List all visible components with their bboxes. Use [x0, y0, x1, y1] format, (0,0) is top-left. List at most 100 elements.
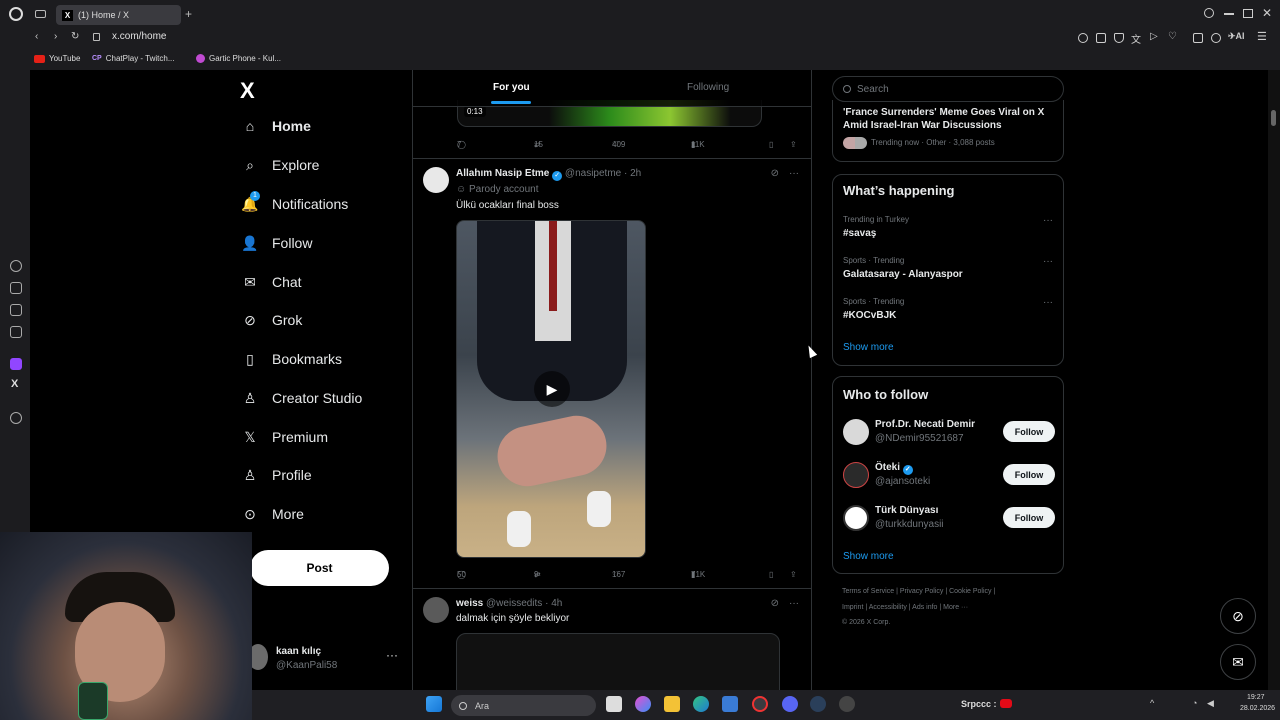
translate-icon[interactable]: 文	[1131, 31, 1141, 46]
tweet-media[interactable]	[456, 633, 780, 690]
file-explorer-icon[interactable]	[664, 696, 680, 712]
trend-name[interactable]: #KOCvBJK	[843, 310, 896, 321]
twitch-icon[interactable]	[10, 358, 22, 370]
copilot-icon[interactable]	[635, 696, 651, 712]
post-button[interactable]: Post	[250, 550, 389, 586]
clock-icon[interactable]	[10, 412, 22, 424]
task-view-icon[interactable]	[606, 696, 622, 712]
steam-icon[interactable]	[810, 696, 826, 712]
easy-setup-icon[interactable]: ☰	[1257, 30, 1267, 43]
author-name[interactable]: weiss	[456, 598, 483, 609]
grok-tweet-icon[interactable]: ⊘	[771, 598, 779, 609]
tab-active[interactable]: X (1) Home / X	[56, 5, 181, 25]
tab-list-icon[interactable]	[35, 10, 46, 18]
nav-item-follow[interactable]: 👤 Follow	[241, 235, 312, 252]
extensions-icon[interactable]	[1193, 33, 1203, 43]
aria-ai-icon[interactable]: ✈AI	[1228, 31, 1245, 42]
tweet-video[interactable]: ▶	[456, 220, 646, 558]
nav-item-profile[interactable]: ♙ Profile	[242, 467, 312, 484]
avatar[interactable]	[843, 419, 869, 445]
account-menu-icon[interactable]: ···	[386, 648, 398, 662]
grok-fab-icon[interactable]: ⊘	[1220, 598, 1256, 634]
windows-start-icon[interactable]	[426, 696, 442, 712]
nav-item-bookmarks[interactable]: ▯ Bookmarks	[242, 351, 342, 368]
nav-item-chat[interactable]: ✉ Chat	[242, 274, 301, 291]
show-more-link[interactable]: Show more	[843, 551, 894, 562]
forward-icon[interactable]: ›	[54, 31, 57, 42]
scrollbar-thumb[interactable]	[1271, 110, 1276, 126]
tab-following[interactable]: Following	[687, 82, 729, 93]
trend-menu-icon[interactable]: ···	[1043, 215, 1053, 226]
avatar[interactable]	[843, 462, 869, 488]
player-icon[interactable]: ▷	[1150, 31, 1158, 42]
tab-for-you[interactable]: For you	[491, 82, 531, 104]
minimize-button[interactable]	[1224, 13, 1234, 15]
tray-chevron-icon[interactable]: ^	[1150, 698, 1154, 708]
tweet-menu-icon[interactable]: ···	[789, 168, 799, 179]
follow-button[interactable]: Follow	[1003, 421, 1055, 442]
account-switcher[interactable]: kaan kılıç @KaanPali58 ···	[248, 642, 408, 674]
search-input[interactable]: Search	[832, 76, 1064, 102]
author-handle[interactable]: @weissedits	[486, 598, 542, 609]
grok-tweet-icon[interactable]: ⊘	[771, 168, 779, 179]
flow-icon[interactable]	[10, 282, 22, 294]
new-tab-button[interactable]: +	[185, 7, 192, 21]
nav-item-grok[interactable]: ⊘ Grok	[242, 312, 302, 329]
x-logo-icon[interactable]: X	[240, 78, 255, 104]
bookmark-chatplay[interactable]: CP ChatPlay - Twitch...	[92, 54, 175, 63]
author-handle[interactable]: @nasipetme	[565, 168, 621, 179]
play-icon[interactable]: ▶	[534, 371, 570, 407]
nav-item-more[interactable]: ⊙ More	[242, 506, 304, 523]
nav-item-home[interactable]: ⌂ Home	[242, 118, 311, 134]
heart-icon[interactable]: ♡	[1168, 31, 1177, 42]
search-tabs-icon[interactable]	[1204, 8, 1214, 18]
nav-item-creator-studio[interactable]: ♙ Creator Studio	[242, 390, 363, 407]
pinboard-icon[interactable]	[10, 304, 22, 316]
suggested-user-name[interactable]: Prof.Dr. Necati Demir	[875, 419, 975, 430]
reload-icon[interactable]: ↻	[71, 31, 79, 42]
suggested-user-name[interactable]: Türk Dünyası	[875, 505, 938, 516]
history-icon[interactable]	[10, 260, 22, 272]
avatar[interactable]	[843, 505, 869, 531]
back-icon[interactable]: ‹	[35, 31, 38, 42]
shield-icon[interactable]	[1114, 33, 1124, 43]
messages-fab-icon[interactable]: ✉	[1220, 644, 1256, 680]
trend-menu-icon[interactable]: ···	[1043, 256, 1053, 267]
trending-news-card[interactable]: 'France Surrenders' Meme Goes Viral on X…	[832, 100, 1064, 162]
pin-icon[interactable]	[1078, 33, 1088, 43]
clock-date[interactable]: 28.02.2026	[1240, 705, 1275, 712]
suggested-user-name[interactable]: Öteki ✓	[875, 462, 913, 475]
maximize-button[interactable]	[1243, 9, 1253, 18]
taskbar-app-label[interactable]: Srpccc :	[961, 699, 997, 709]
avatar[interactable]	[423, 167, 449, 193]
discord-icon[interactable]	[782, 696, 798, 712]
trend-name[interactable]: Galatasaray - Alanyaspor	[843, 269, 963, 280]
tweet-menu-icon[interactable]: ···	[789, 598, 799, 609]
author-name[interactable]: Allahım Nasip Etme	[456, 168, 549, 179]
nav-item-notifications[interactable]: 🔔 1 Notifications	[241, 191, 348, 212]
nav-item-premium[interactable]: 𝕏 Premium	[242, 429, 328, 446]
volume-icon[interactable]: ◀	[1207, 698, 1214, 709]
trend-name[interactable]: #savaş	[843, 228, 876, 239]
snapshot-icon[interactable]	[1096, 33, 1106, 43]
taskbar-search[interactable]: Ara	[451, 695, 596, 716]
edge-icon[interactable]	[693, 696, 709, 712]
clock-time[interactable]: 19:27	[1247, 694, 1265, 701]
footer-links[interactable]: Imprint | Accessibility | Ads info | Mor…	[842, 604, 968, 611]
obs-icon[interactable]	[839, 696, 855, 712]
store-icon[interactable]	[722, 696, 738, 712]
scrollbar[interactable]	[1268, 70, 1280, 690]
follow-button[interactable]: Follow	[1003, 507, 1055, 528]
x-sidebar-icon[interactable]: X	[11, 378, 18, 390]
profile-icon[interactable]	[1211, 33, 1221, 43]
trend-menu-icon[interactable]: ···	[1043, 297, 1053, 308]
url-field[interactable]: x.com/home	[112, 31, 166, 42]
show-more-link[interactable]: Show more	[843, 342, 894, 353]
follow-button[interactable]: Follow	[1003, 464, 1055, 485]
close-window-button[interactable]: ✕	[1262, 6, 1272, 20]
messenger-icon[interactable]	[10, 326, 22, 338]
network-icon[interactable]: ◔	[1192, 698, 1197, 708]
tweet-time[interactable]: · 2h	[624, 168, 641, 179]
tweet-time[interactable]: · 4h	[545, 598, 562, 609]
bookmark-gartic[interactable]: Gartic Phone - Kul...	[196, 54, 281, 63]
